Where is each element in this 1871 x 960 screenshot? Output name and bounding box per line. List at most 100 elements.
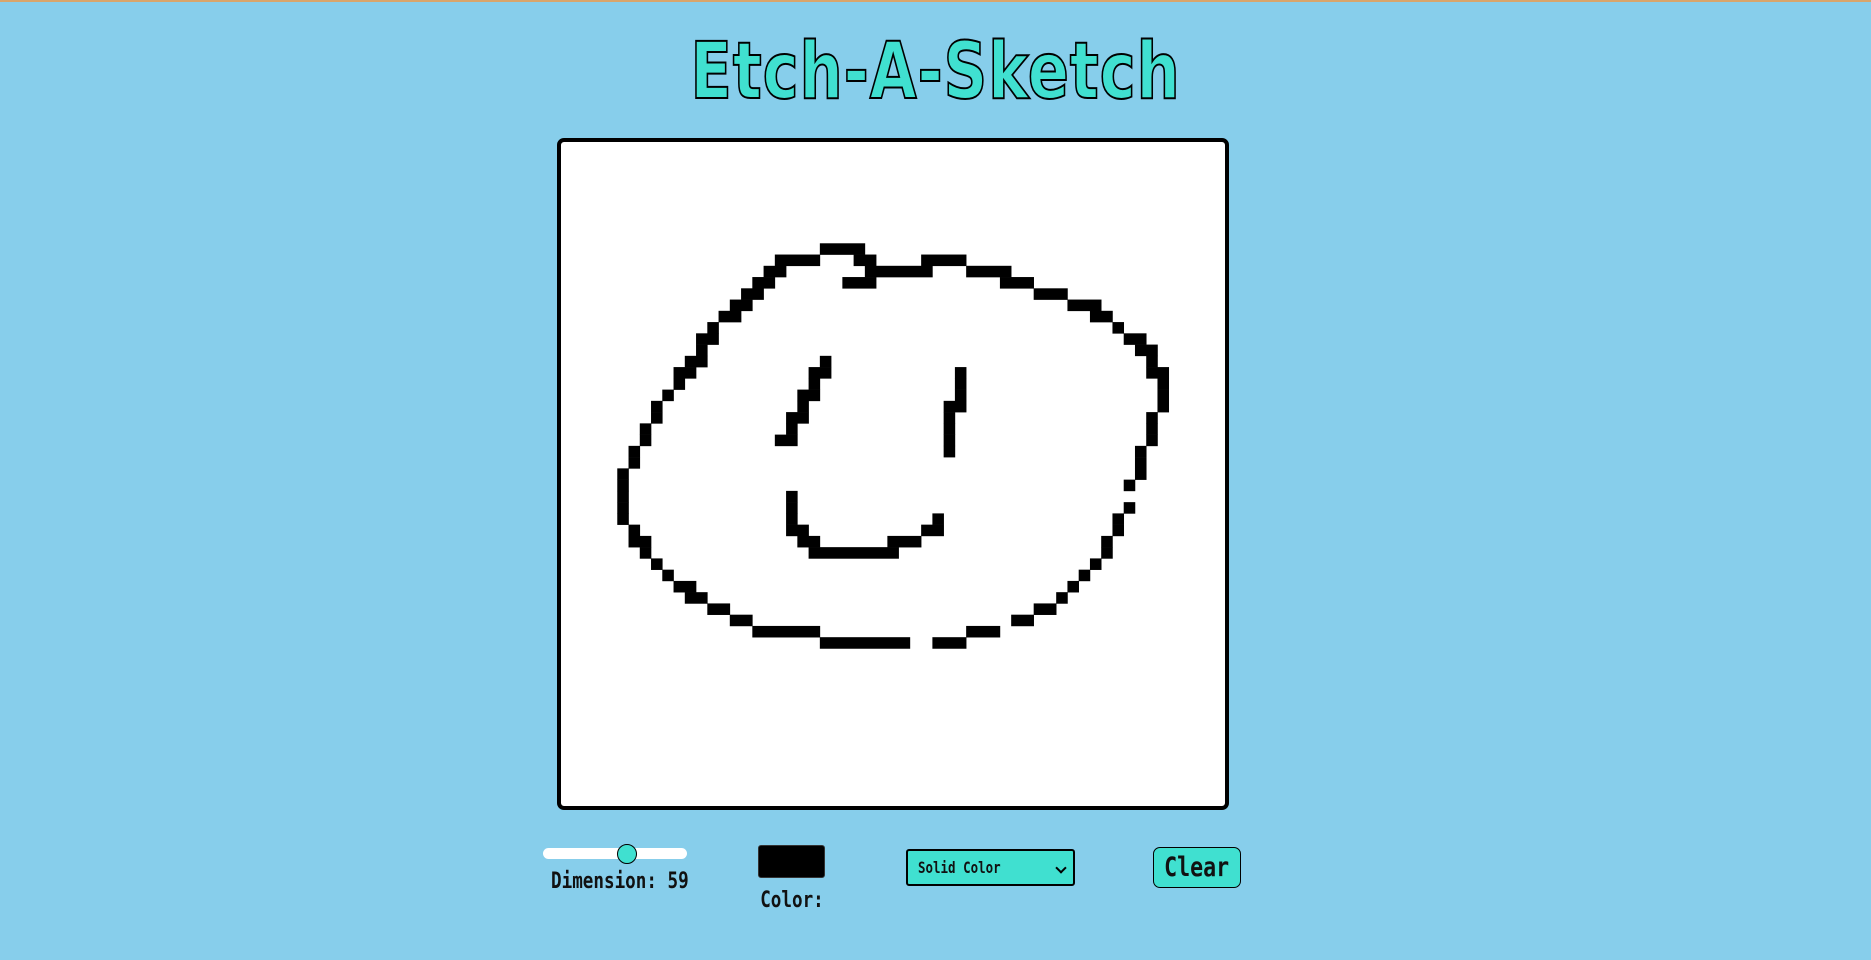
drawn-cell (1134, 457, 1147, 469)
mode-select[interactable]: Solid Color (906, 849, 1075, 886)
drawn-cell (639, 547, 652, 559)
drawn-cell (819, 243, 866, 255)
drawn-cell (1146, 367, 1170, 379)
clear-button-label: Clear (1164, 852, 1230, 883)
drawn-cell (797, 535, 821, 548)
drawn-cell (1067, 299, 1102, 312)
drawn-cell (954, 389, 967, 402)
drawn-cell (628, 457, 641, 469)
drawn-cell (864, 265, 933, 278)
clear-button[interactable]: Clear (1153, 847, 1241, 888)
drawn-cell (774, 254, 821, 267)
drawn-cell (921, 254, 967, 267)
drawn-cell (1146, 355, 1158, 368)
drawn-cell (921, 524, 944, 537)
sketch-board[interactable] (557, 138, 1229, 810)
drawn-cell (1123, 502, 1136, 514)
drawn-cell (797, 389, 821, 402)
drawn-cell (1101, 535, 1113, 548)
drawn-cell (763, 265, 787, 278)
drawn-cell (617, 502, 629, 514)
drawn-cell (1101, 547, 1113, 559)
drawn-cell (617, 513, 629, 525)
mode-select-value: Solid Color (918, 858, 1001, 877)
sketch-grid[interactable] (561, 142, 1225, 806)
dimension-slider-thumb[interactable] (617, 844, 638, 864)
drawn-cell (1089, 558, 1102, 570)
color-picker[interactable] (758, 845, 825, 878)
app-title: Etch-A-Sketch (690, 26, 1181, 118)
drawn-cell (662, 389, 674, 402)
dimension-slider-track[interactable] (543, 848, 687, 859)
drawn-cell (1056, 592, 1068, 604)
drawn-cell (943, 400, 967, 413)
drawn-cell (1134, 445, 1147, 458)
drawn-cell (808, 367, 832, 379)
drawn-cell (729, 299, 753, 312)
drawn-cell (752, 625, 821, 638)
drawn-cell (1146, 423, 1158, 435)
drawn-cell (786, 490, 798, 503)
drawn-cell (999, 277, 1034, 289)
drawn-cell (954, 378, 967, 390)
drawn-cell (673, 580, 697, 593)
drawn-cell (718, 310, 742, 323)
drawn-cell (1033, 288, 1068, 300)
drawn-cell (662, 569, 674, 582)
drawn-cell (696, 344, 708, 357)
drawn-cell (943, 423, 956, 435)
dimension-label: Dimension: 59 (551, 869, 689, 894)
drawn-cell (819, 355, 832, 368)
drawn-cell (628, 524, 641, 537)
drawn-cell (887, 535, 922, 548)
drawn-cell (774, 434, 798, 447)
drawn-cell (684, 592, 708, 604)
chevron-down-icon (1055, 862, 1067, 874)
drawn-cell (628, 445, 641, 458)
drawn-cell (786, 502, 798, 514)
drawn-cell (1146, 412, 1158, 424)
color-label: Color: (760, 888, 824, 913)
drawn-cell (932, 637, 967, 649)
drawn-cell (729, 614, 753, 627)
drawn-cell (617, 468, 629, 480)
drawn-cell (808, 378, 821, 390)
drawn-cell (673, 367, 697, 379)
drawn-cell (943, 434, 956, 447)
drawn-cell (966, 625, 1001, 638)
drawn-cell (1011, 614, 1034, 627)
drawn-cell (1134, 344, 1158, 357)
drawn-cell (786, 423, 798, 435)
drawn-cell (954, 367, 967, 379)
drawn-cell (808, 547, 899, 559)
drawn-cell (696, 333, 719, 345)
drawn-cell (943, 445, 956, 458)
drawn-cell (1123, 333, 1147, 345)
drawn-cell (786, 412, 809, 424)
drawn-cell (684, 355, 708, 368)
drawn-cell (673, 378, 686, 390)
drawn-cell (639, 423, 652, 435)
drawn-cell (1112, 322, 1125, 334)
drawn-cell (1089, 310, 1113, 323)
drawn-cell (651, 412, 663, 424)
dimension-slider[interactable] (543, 844, 687, 864)
drawn-cell (1078, 569, 1091, 582)
drawn-cell (651, 400, 663, 413)
drawn-cell (617, 479, 629, 492)
drawn-cell (819, 637, 911, 649)
drawn-cell (1033, 603, 1057, 615)
drawn-cell (943, 412, 956, 424)
drawn-cell (1146, 434, 1158, 447)
drawn-cell (639, 434, 652, 447)
drawn-cell (1112, 524, 1125, 537)
drawn-cell (707, 603, 731, 615)
drawn-cell (786, 524, 809, 537)
drawn-cell (932, 513, 944, 525)
drawn-cell (617, 490, 629, 503)
drawn-cell (786, 513, 798, 525)
drawn-cell (707, 322, 719, 334)
drawn-cell (651, 558, 663, 570)
drawn-cell (853, 254, 877, 267)
drawn-cell (842, 277, 877, 289)
